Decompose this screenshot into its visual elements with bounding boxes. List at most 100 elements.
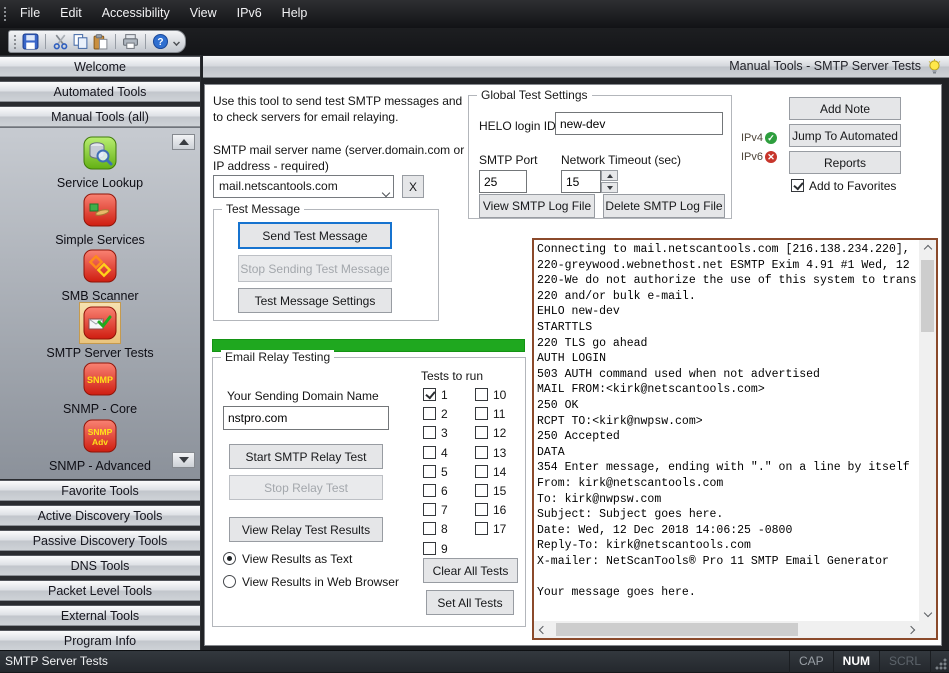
paste-icon[interactable] bbox=[92, 32, 109, 51]
service-lookup-icon[interactable] bbox=[79, 132, 121, 174]
menu-file[interactable]: File bbox=[10, 0, 50, 27]
test-checkbox-11[interactable] bbox=[475, 407, 488, 420]
sidebar-section-external-tools[interactable]: External Tools bbox=[0, 605, 200, 626]
test-label-6: 6 bbox=[441, 484, 448, 498]
smtp-session-text[interactable]: Connecting to mail.netscantools.com [216… bbox=[537, 242, 917, 619]
lightbulb-icon[interactable] bbox=[927, 59, 942, 82]
test-checkbox-1[interactable] bbox=[423, 388, 436, 401]
scroll-right-icon[interactable] bbox=[902, 621, 919, 638]
sidebar-item-service-lookup[interactable]: Service Lookup bbox=[0, 132, 200, 190]
delete-smtp-log-button[interactable]: Delete SMTP Log File bbox=[603, 194, 725, 218]
smtp-port-input[interactable] bbox=[479, 170, 527, 193]
copy-icon[interactable] bbox=[72, 32, 89, 51]
smb-scanner-icon[interactable] bbox=[79, 245, 121, 287]
vertical-scroll-thumb[interactable] bbox=[921, 260, 934, 332]
sidebar-item-simple-services[interactable]: Simple Services bbox=[0, 189, 200, 247]
clear-server-button[interactable]: X bbox=[402, 175, 424, 198]
sidebar-item-smtp-server-tests[interactable]: SMTP Server Tests bbox=[0, 302, 200, 360]
menu-help[interactable]: Help bbox=[272, 0, 318, 27]
add-note-button[interactable]: Add Note bbox=[789, 97, 901, 120]
sidebar-section-dns-tools[interactable]: DNS Tools bbox=[0, 555, 200, 576]
start-relay-test-button[interactable]: Start SMTP Relay Test bbox=[229, 444, 383, 469]
resize-grip[interactable] bbox=[934, 657, 948, 671]
test-checkbox-7[interactable] bbox=[423, 503, 436, 516]
add-to-favorites-checkbox[interactable] bbox=[791, 179, 804, 192]
sidebar-item-smb-scanner[interactable]: SMB Scanner bbox=[0, 245, 200, 303]
sidebar-section-automated-tools[interactable]: Automated Tools bbox=[0, 81, 200, 102]
sidebar-item-snmp-advanced[interactable]: SNMPAdvSNMP - Advanced bbox=[0, 415, 200, 473]
server-name-combobox[interactable]: mail.netscantools.com bbox=[213, 175, 394, 198]
svg-text:SNMP: SNMP bbox=[87, 375, 113, 385]
status-indicator-num: NUM bbox=[833, 651, 879, 673]
set-all-tests-button[interactable]: Set All Tests bbox=[426, 590, 514, 615]
test-checkbox-16[interactable] bbox=[475, 503, 488, 516]
horizontal-scroll-thumb[interactable] bbox=[556, 623, 798, 636]
vertical-scrollbar[interactable] bbox=[919, 240, 936, 621]
toolbar-grip[interactable] bbox=[14, 35, 16, 49]
reports-button[interactable]: Reports bbox=[789, 151, 901, 174]
jump-to-automated-button[interactable]: Jump To Automated bbox=[789, 124, 901, 147]
test-row-7: 7 bbox=[423, 503, 448, 517]
clear-all-tests-button[interactable]: Clear All Tests bbox=[423, 558, 518, 583]
scroll-left-icon[interactable] bbox=[534, 621, 551, 638]
sidebar-section-manual-tools-all[interactable]: Manual Tools (all) bbox=[0, 106, 200, 127]
sidebar-section-packet-level-tools[interactable]: Packet Level Tools bbox=[0, 580, 200, 601]
test-checkbox-10[interactable] bbox=[475, 388, 488, 401]
view-relay-results-button[interactable]: View Relay Test Results bbox=[229, 517, 383, 542]
sidebar-section-favorite-tools[interactable]: Favorite Tools bbox=[0, 480, 200, 501]
horizontal-scrollbar[interactable] bbox=[534, 621, 919, 638]
toolbar-overflow-icon[interactable] bbox=[172, 37, 180, 46]
simple-services-icon[interactable] bbox=[79, 189, 121, 231]
test-checkbox-17[interactable] bbox=[475, 522, 488, 535]
scroll-up-icon[interactable] bbox=[919, 240, 936, 257]
menu-ipv6[interactable]: IPv6 bbox=[227, 0, 272, 27]
chevron-down-icon[interactable] bbox=[383, 182, 389, 203]
test-checkbox-15[interactable] bbox=[475, 484, 488, 497]
test-checkbox-3[interactable] bbox=[423, 426, 436, 439]
ipv4-check-icon: ✓ bbox=[765, 132, 777, 144]
status-text: SMTP Server Tests bbox=[5, 651, 108, 672]
test-checkbox-14[interactable] bbox=[475, 465, 488, 478]
test-row-5: 5 bbox=[423, 465, 448, 479]
sidebar-section-program-info[interactable]: Program Info bbox=[0, 630, 200, 651]
test-label-1: 1 bbox=[441, 388, 448, 402]
stop-relay-test-button: Stop Relay Test bbox=[229, 475, 383, 500]
sidebar-item-snmp-core[interactable]: SNMPSNMP - Core bbox=[0, 358, 200, 416]
view-as-text-radio[interactable] bbox=[223, 552, 236, 565]
test-checkbox-9[interactable] bbox=[423, 542, 436, 555]
cut-icon[interactable] bbox=[52, 32, 69, 51]
test-checkbox-12[interactable] bbox=[475, 426, 488, 439]
spinner-up-icon[interactable] bbox=[601, 170, 618, 181]
test-checkbox-5[interactable] bbox=[423, 465, 436, 478]
snmp-advanced-icon[interactable]: SNMPAdv bbox=[79, 415, 121, 457]
test-row-14: 14 bbox=[475, 465, 506, 479]
network-timeout-input[interactable] bbox=[561, 170, 601, 193]
helo-login-input[interactable] bbox=[555, 112, 723, 135]
sidebar-tool-list: Service LookupSimple ServicesSMB Scanner… bbox=[0, 127, 200, 479]
send-test-message-button[interactable]: Send Test Message bbox=[238, 222, 392, 249]
view-smtp-log-button[interactable]: View SMTP Log File bbox=[479, 194, 595, 218]
sidebar-section-welcome[interactable]: Welcome bbox=[0, 56, 200, 77]
test-checkbox-6[interactable] bbox=[423, 484, 436, 497]
main-area: Manual Tools - SMTP Server Tests Use thi… bbox=[201, 55, 949, 650]
view-in-browser-radio[interactable] bbox=[223, 575, 236, 588]
test-checkbox-13[interactable] bbox=[475, 446, 488, 459]
test-checkbox-4[interactable] bbox=[423, 446, 436, 459]
sending-domain-input[interactable] bbox=[223, 406, 389, 430]
sidebar-section-active-discovery-tools[interactable]: Active Discovery Tools bbox=[0, 505, 200, 526]
scroll-down-icon[interactable] bbox=[919, 604, 936, 621]
save-icon[interactable] bbox=[22, 32, 39, 51]
print-icon[interactable] bbox=[122, 32, 139, 51]
snmp-core-icon[interactable]: SNMP bbox=[79, 358, 121, 400]
test-checkbox-8[interactable] bbox=[423, 522, 436, 535]
smtp-server-tests-icon[interactable] bbox=[79, 302, 121, 344]
menu-accessibility[interactable]: Accessibility bbox=[92, 0, 180, 27]
menu-view[interactable]: View bbox=[180, 0, 227, 27]
menu-edit[interactable]: Edit bbox=[50, 0, 92, 27]
menubar-grip[interactable] bbox=[4, 7, 6, 21]
test-checkbox-2[interactable] bbox=[423, 407, 436, 420]
test-message-settings-button[interactable]: Test Message Settings bbox=[238, 288, 392, 313]
sidebar-section-passive-discovery-tools[interactable]: Passive Discovery Tools bbox=[0, 530, 200, 551]
spinner-down-icon[interactable] bbox=[601, 182, 618, 193]
help-icon[interactable]: ? bbox=[152, 32, 169, 51]
